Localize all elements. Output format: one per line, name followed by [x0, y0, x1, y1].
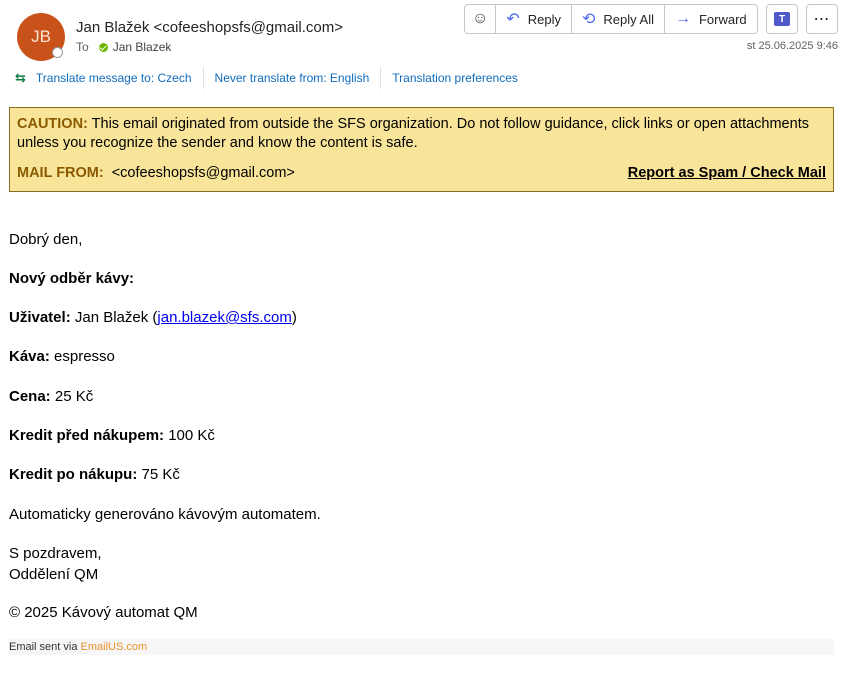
- recipient-name[interactable]: Jan Blazek: [113, 40, 172, 54]
- forward-button[interactable]: → Forward: [665, 5, 757, 33]
- react-button[interactable]: ☺: [465, 5, 497, 33]
- department: Oddělení QM: [9, 566, 99, 583]
- teams-icon: T: [774, 12, 790, 26]
- available-status-icon: [98, 42, 108, 52]
- message-actions: ☺ ↶ Reply ⟲ Reply All → Forward: [464, 4, 758, 34]
- sender-name[interactable]: Jan Blažek <cofeeshopsfs@gmail.com>: [76, 19, 343, 36]
- to-label: To: [76, 40, 89, 54]
- user-name: Jan Blažek (: [70, 309, 158, 326]
- credit-before-value: 100 Kč: [164, 427, 215, 444]
- recipient-line: To Jan Blazek: [76, 40, 171, 54]
- order-heading-text: Nový odběr kávy:: [9, 270, 135, 287]
- closing: S pozdravem,: [9, 545, 102, 562]
- reply-all-button[interactable]: ⟲ Reply All: [572, 5, 665, 33]
- coffee-value: espresso: [49, 348, 115, 365]
- translate-icon: ⇆: [15, 70, 26, 85]
- copyright: © 2025 Kávový automat QM: [9, 604, 198, 621]
- divider: [380, 67, 382, 89]
- translation-preferences-link[interactable]: Translation preferences: [392, 71, 518, 85]
- external-caution-banner: CAUTION: This email originated from outs…: [9, 107, 834, 192]
- forward-icon: →: [674, 10, 691, 27]
- reply-label: Reply: [527, 11, 561, 27]
- mail-from-label: MAIL FROM:: [17, 165, 104, 181]
- user-close: ): [291, 309, 297, 326]
- more-actions-button[interactable]: ⋯: [806, 4, 838, 34]
- price-label: Cena:: [9, 388, 51, 405]
- user-line: Uživatel: Jan Blažek (jan.blazek@sfs.com…: [9, 309, 297, 326]
- teams-button[interactable]: T: [766, 4, 798, 34]
- report-spam-link[interactable]: Report as Spam / Check Mail: [628, 165, 826, 181]
- translate-message-link[interactable]: Translate message to: Czech: [36, 71, 192, 85]
- coffee-line: Káva: espresso: [9, 348, 115, 365]
- reply-all-icon: ⟲: [582, 11, 596, 28]
- credit-after-line: Kredit po nákupu: 75 Kč: [9, 466, 180, 483]
- caution-label: CAUTION:: [17, 116, 88, 132]
- smiley-icon: ☺: [472, 10, 489, 27]
- price-line: Cena: 25 Kč: [9, 388, 93, 405]
- user-label: Uživatel:: [9, 309, 71, 326]
- mail-from-value: <cofeeshopsfs@gmail.com>: [111, 165, 295, 181]
- reply-icon: ↶: [506, 11, 520, 28]
- sent-via-text: Email sent via: [9, 641, 81, 653]
- forward-label: Forward: [698, 11, 747, 27]
- credit-before-label: Kredit před nákupem:: [9, 427, 165, 444]
- coffee-label: Káva:: [9, 348, 50, 365]
- greeting: Dobrý den,: [9, 231, 83, 248]
- reply-button[interactable]: ↶ Reply: [496, 5, 572, 33]
- mail-from-row: MAIL FROM: <cofeeshopsfs@gmail.com> Repor…: [17, 165, 826, 181]
- credit-before-line: Kredit před nákupem: 100 Kč: [9, 427, 215, 444]
- translation-bar: ⇆ Translate message to: Czech Never tran…: [15, 67, 518, 89]
- order-heading: Nový odběr kávy:: [9, 270, 134, 287]
- avatar-initials: JB: [31, 27, 51, 46]
- auto-note: Automaticky generováno kávovým automatem…: [9, 506, 321, 523]
- reply-all-label: Reply All: [603, 11, 654, 27]
- user-email-link[interactable]: jan.blazek@sfs.com: [157, 309, 291, 326]
- presence-status-icon: [52, 47, 63, 58]
- caution-message: CAUTION: This email originated from outs…: [17, 115, 826, 153]
- price-value: 25 Kč: [50, 388, 94, 405]
- credit-after-label: Kredit po nákupu:: [9, 466, 138, 483]
- more-icon: ⋯: [813, 11, 831, 28]
- message-date: st 25.06.2025 9:46: [746, 40, 838, 52]
- divider: [202, 67, 204, 89]
- service-link[interactable]: EmailUS.com: [81, 641, 148, 653]
- sent-via-footer: Email sent via EmailUS.com: [9, 639, 834, 655]
- credit-after-value: 75 Kč: [137, 466, 180, 483]
- caution-text: This email originated from outside the S…: [17, 116, 809, 151]
- never-translate-link[interactable]: Never translate from: English: [215, 71, 370, 85]
